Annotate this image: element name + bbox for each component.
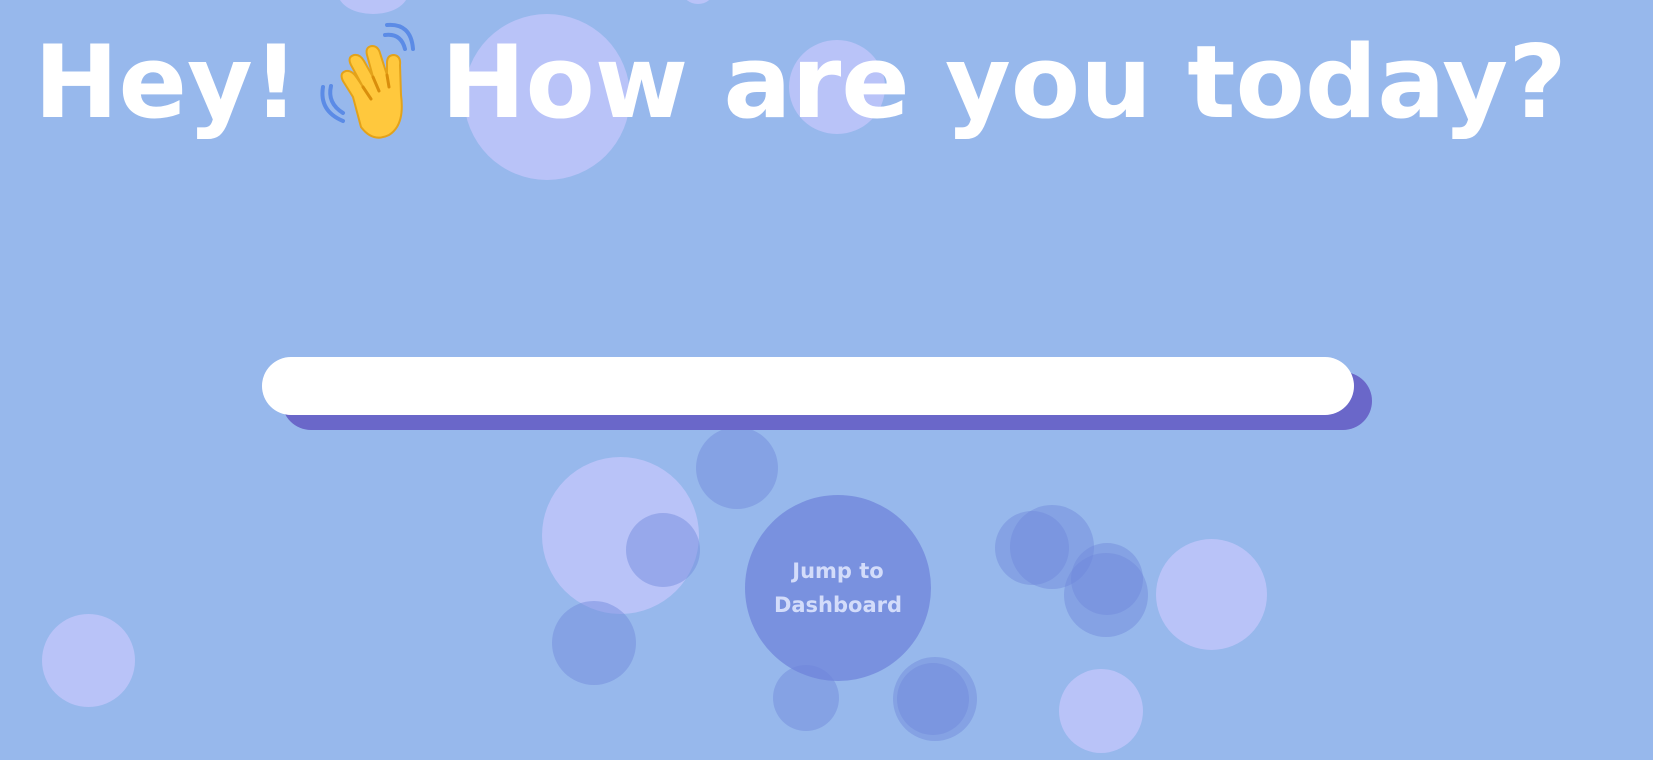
background-bubble: [1156, 539, 1267, 650]
jump-button-label-line2: Dashboard: [773, 593, 903, 617]
background-bubble: [42, 614, 135, 707]
background-bubble: [683, 0, 713, 4]
jump-button-label-line1: Jump to: [792, 559, 884, 583]
background-bubble: [696, 427, 778, 509]
question-text: How are you today?: [440, 23, 1567, 141]
background-bubble: [897, 663, 969, 735]
background-bubble: [1064, 553, 1148, 637]
greeting-text: Hey!: [34, 23, 299, 141]
mood-input[interactable]: [262, 357, 1354, 415]
waving-hand-icon: [313, 21, 433, 141]
background-bubble: [626, 513, 700, 587]
background-bubble: [1059, 669, 1143, 753]
jump-to-dashboard-button[interactable]: Jump to Dashboard: [745, 495, 931, 681]
background-bubble: [552, 601, 636, 685]
greeting-headline: Hey! How are you today?: [34, 12, 1653, 152]
